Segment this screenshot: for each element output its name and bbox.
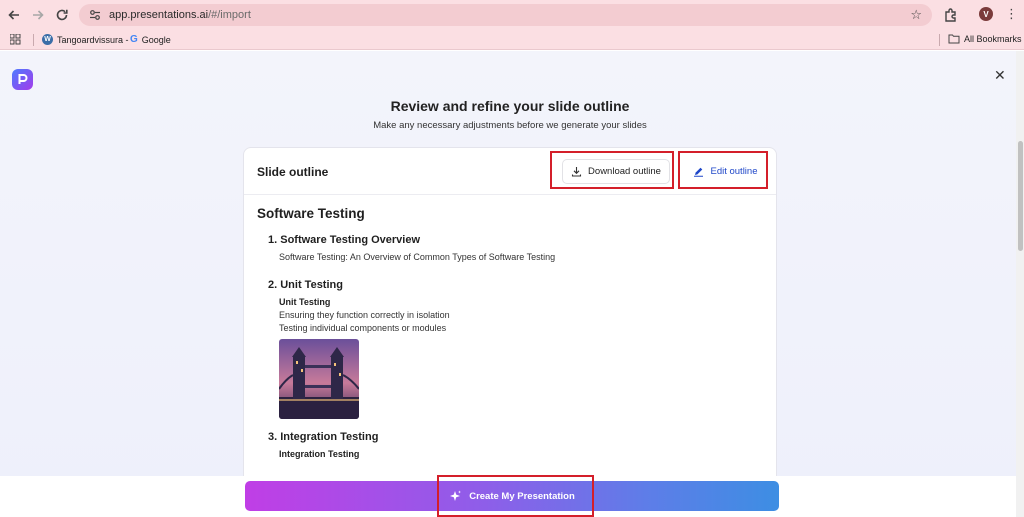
- section-line: Ensuring they function correctly in isol…: [279, 310, 450, 320]
- forward-arrow-icon[interactable]: [26, 3, 50, 27]
- outline-section: 3. Integration Testing Integration Testi…: [268, 431, 757, 461]
- section-line: Software Testing: An Overview of Common …: [279, 252, 556, 262]
- url-text: app.presentations.ai/#/import: [109, 9, 251, 21]
- scrollbar-track[interactable]: [1016, 51, 1024, 517]
- address-bar[interactable]: app.presentations.ai/#/import ☆: [79, 4, 932, 26]
- all-bookmarks[interactable]: All Bookmarks: [948, 34, 1022, 44]
- wordpress-icon: W: [42, 34, 53, 45]
- outline-card: Slide outline Download outline Edit outl…: [243, 147, 777, 487]
- app-container: ✕ Review and refine your slide outline M…: [0, 51, 1024, 517]
- bookmark-google[interactable]: G Google: [130, 34, 171, 45]
- section-title: 1. Software Testing Overview: [268, 234, 421, 246]
- edit-outline-label: Edit outline: [710, 166, 758, 177]
- folder-icon: [948, 34, 960, 44]
- page-subtitle: Make any necessary adjustments before we…: [373, 120, 647, 131]
- outline-section: 2. Unit Testing Unit Testing Ensuring th…: [268, 279, 757, 419]
- reload-icon[interactable]: [50, 3, 74, 27]
- browser-toolbar: app.presentations.ai/#/import ☆ V ⋮: [0, 0, 1024, 30]
- scrollbar-thumb[interactable]: [1018, 141, 1023, 251]
- bookmark-separator: [33, 34, 34, 46]
- bookmark-separator: [939, 34, 940, 46]
- profile-avatar[interactable]: V: [979, 7, 993, 21]
- browser-menu-icon[interactable]: ⋮: [1005, 7, 1018, 21]
- close-icon[interactable]: ✕: [994, 67, 1006, 84]
- bookmarks-bar: W Tangoardvissura - G Google All Bookmar…: [0, 30, 1024, 50]
- section-line: Testing individual components or modules: [279, 323, 447, 333]
- section-subtitle: Unit Testing: [279, 297, 331, 307]
- apps-grid-icon[interactable]: [9, 33, 21, 47]
- google-icon: G: [130, 34, 138, 45]
- site-settings-icon[interactable]: [87, 7, 103, 23]
- back-arrow-icon[interactable]: [2, 3, 26, 27]
- section-title: 2. Unit Testing: [268, 279, 343, 291]
- extensions-icon[interactable]: [943, 7, 959, 23]
- bookmark-tangoardvissura[interactable]: W Tangoardvissura -: [42, 34, 129, 45]
- card-title: Slide outline: [257, 165, 329, 179]
- all-bookmarks-label: All Bookmarks: [964, 34, 1022, 44]
- download-outline-label: Download outline: [588, 166, 661, 177]
- edit-outline-button[interactable]: Edit outline: [685, 159, 766, 184]
- footer-bar: Create My Presentation: [0, 476, 1020, 517]
- card-header: Slide outline Download outline Edit outl…: [244, 148, 776, 195]
- outline-section: 1. Software Testing Overview Software Te…: [268, 234, 757, 264]
- download-icon: [571, 167, 582, 177]
- section-title: 3. Integration Testing: [268, 431, 379, 443]
- pencil-icon: [694, 167, 704, 177]
- bookmark-label: Google: [141, 34, 171, 45]
- outline-title: Software Testing: [257, 206, 365, 221]
- sparkle-icon: [450, 490, 462, 501]
- bookmark-label: Tangoardvissura -: [57, 34, 129, 45]
- app-logo-icon[interactable]: [12, 69, 33, 90]
- bookmark-star-icon[interactable]: ☆: [910, 7, 922, 23]
- section-subtitle: Integration Testing: [279, 449, 360, 459]
- download-outline-button[interactable]: Download outline: [562, 159, 670, 184]
- page-title: Review and refine your slide outline: [390, 98, 630, 114]
- tower-bridge-thumbnail: [279, 339, 359, 419]
- create-presentation-button[interactable]: Create My Presentation: [245, 481, 779, 511]
- create-presentation-label: Create My Presentation: [469, 490, 575, 502]
- outline-content: Software Testing 1. Software Testing Ove…: [257, 206, 757, 471]
